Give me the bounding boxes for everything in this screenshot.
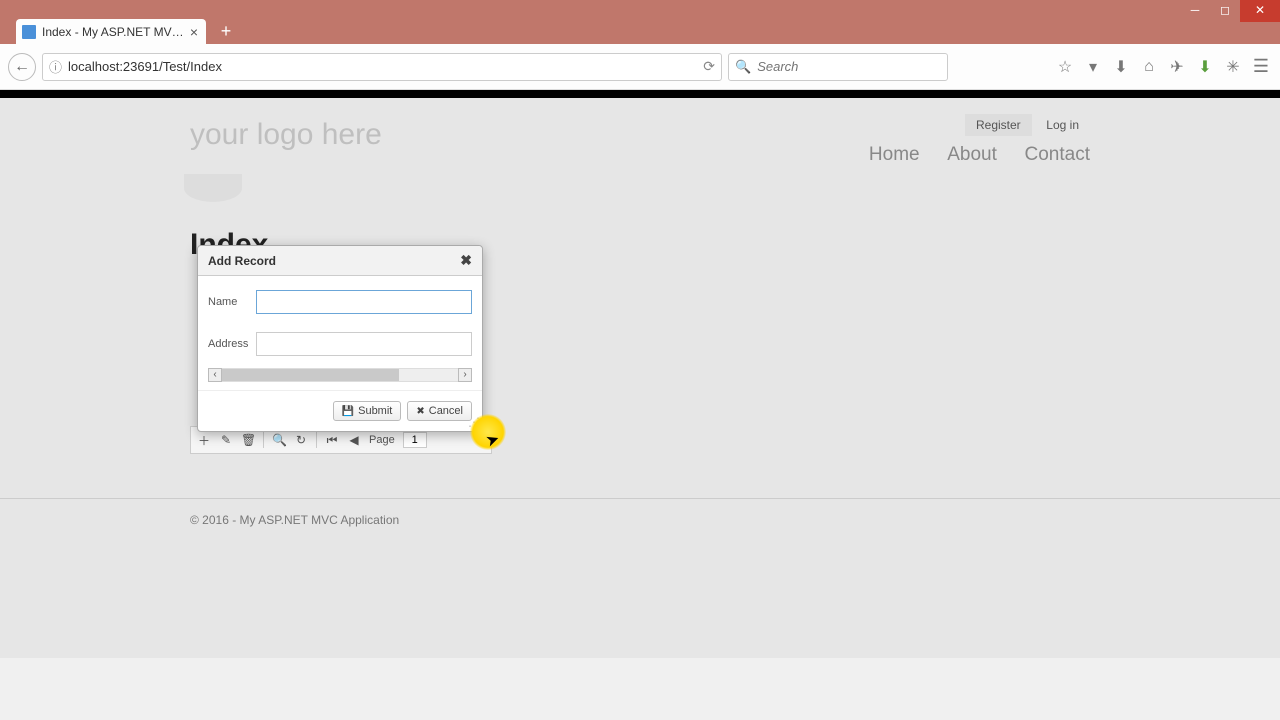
add-record-dialog: Add Record ✖ Name Address ‹ › 💾 Submit ✖ C… <box>197 245 483 432</box>
page-number-input[interactable] <box>403 432 427 448</box>
home-icon[interactable]: ⌂ <box>1138 58 1160 76</box>
refresh-icon[interactable]: ↻ <box>294 433 308 447</box>
window-buttons: ─ ◻ ✕ <box>1180 0 1280 22</box>
browser-tab[interactable]: Index - My ASP.NET MVC ... × <box>16 19 206 44</box>
idm-icon[interactable]: ⬇ <box>1194 57 1216 77</box>
edit-icon[interactable]: ✎ <box>219 433 233 447</box>
scroll-right-icon[interactable]: › <box>458 368 472 382</box>
tab-title: Index - My ASP.NET MVC ... <box>42 25 188 39</box>
name-label: Name <box>208 296 256 308</box>
footer-text: © 2016 - My ASP.NET MVC Application <box>190 499 1090 541</box>
top-nav: Register Log in Home About Contact <box>845 114 1090 166</box>
back-button[interactable]: ← <box>8 53 36 81</box>
dialog-titlebar[interactable]: Add Record ✖ <box>198 246 482 276</box>
browser-titlebar: Index - My ASP.NET MVC ... × + ─ ◻ ✕ <box>0 0 1280 44</box>
logo-shadow <box>184 174 242 202</box>
dialog-title: Add Record <box>208 254 276 268</box>
tab-close-icon[interactable]: × <box>188 24 200 40</box>
page-label: Page <box>369 434 395 446</box>
bookmark-star-icon[interactable]: ☆ <box>1054 57 1076 77</box>
nav-about[interactable]: About <box>947 144 997 165</box>
name-input[interactable] <box>256 290 472 314</box>
hamburger-menu-icon[interactable]: ☰ <box>1250 56 1272 77</box>
tab-favicon-icon <box>22 25 36 39</box>
extension-icon[interactable]: ✳ <box>1222 57 1244 77</box>
register-link[interactable]: Register <box>965 114 1032 136</box>
search-grid-icon[interactable]: 🔍 <box>272 433 286 447</box>
search-icon: 🔍 <box>735 59 751 75</box>
address-label: Address <box>208 338 256 350</box>
browser-toolbar: ← ⓘ ⟳ 🔍 ☆ ▾ ⬇ ⌂ ✈ ⬇ ✳ ☰ <box>0 44 1280 90</box>
login-link[interactable]: Log in <box>1035 114 1090 136</box>
dialog-hscroll[interactable]: ‹ › <box>208 368 472 382</box>
submit-label: Submit <box>358 405 392 417</box>
maximize-button[interactable]: ◻ <box>1210 0 1240 22</box>
page-body: your logo here Register Log in Home Abou… <box>0 98 1280 658</box>
black-divider <box>0 90 1280 98</box>
nav-home[interactable]: Home <box>869 144 920 165</box>
nav-contact[interactable]: Contact <box>1025 144 1090 165</box>
delete-icon[interactable]: 🗑 <box>241 433 255 447</box>
url-input[interactable] <box>68 59 703 74</box>
globe-icon: ⓘ <box>49 57 62 76</box>
scroll-thumb[interactable] <box>222 369 399 381</box>
scroll-track[interactable] <box>222 368 458 382</box>
save-icon: 💾 <box>342 406 354 417</box>
send-icon[interactable]: ✈ <box>1166 57 1188 77</box>
address-input[interactable] <box>256 332 472 356</box>
reload-icon[interactable]: ⟳ <box>703 58 715 75</box>
url-bar[interactable]: ⓘ ⟳ <box>42 53 722 81</box>
search-bar[interactable]: 🔍 <box>728 53 948 81</box>
pocket-icon[interactable]: ▾ <box>1082 57 1104 77</box>
minimize-button[interactable]: ─ <box>1180 0 1210 22</box>
cancel-button[interactable]: ✖ Cancel <box>407 401 472 421</box>
add-icon[interactable]: ＋ <box>197 432 211 449</box>
new-tab-button[interactable]: + <box>214 22 238 42</box>
scroll-left-icon[interactable]: ‹ <box>208 368 222 382</box>
cancel-x-icon: ✖ <box>416 406 424 417</box>
dialog-close-icon[interactable]: ✖ <box>460 252 472 269</box>
close-window-button[interactable]: ✕ <box>1240 0 1280 22</box>
prev-page-icon[interactable]: ◀ <box>347 433 361 447</box>
search-input[interactable] <box>757 59 941 74</box>
first-page-icon[interactable]: ⏮ <box>325 433 339 448</box>
cancel-label: Cancel <box>429 405 463 417</box>
downloads-icon[interactable]: ⬇ <box>1110 57 1132 77</box>
submit-button[interactable]: 💾 Submit <box>333 401 402 421</box>
